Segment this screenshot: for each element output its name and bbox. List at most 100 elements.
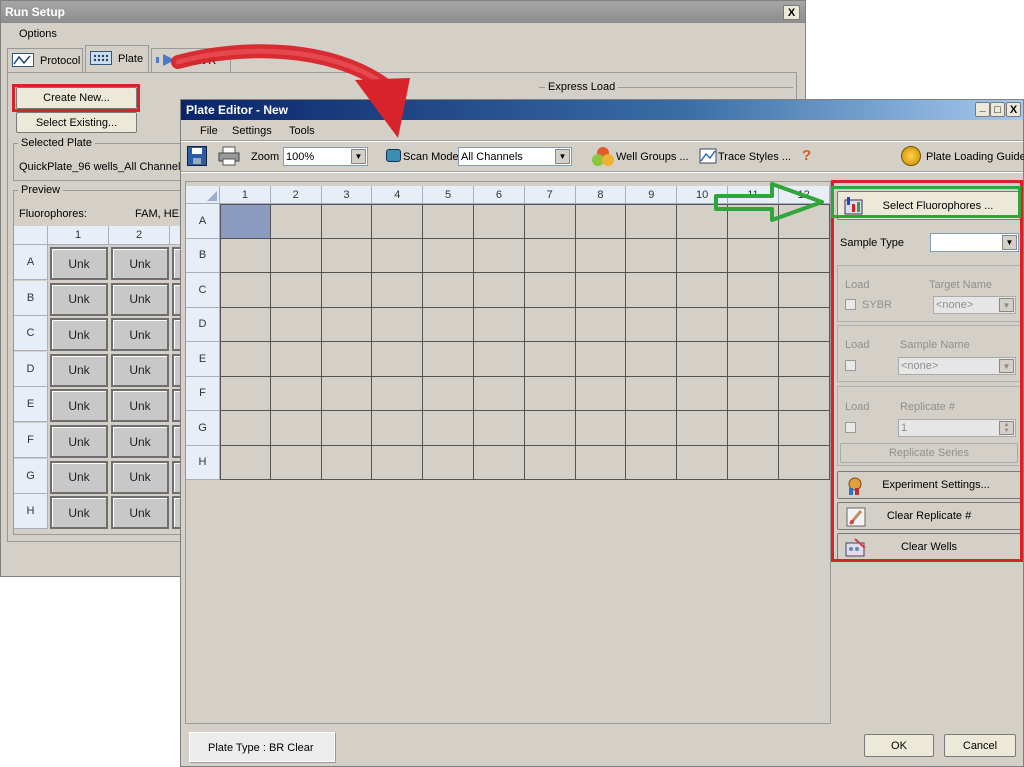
plate-well[interactable] — [677, 445, 728, 480]
plate-well[interactable] — [321, 238, 373, 273]
plate-well[interactable] — [474, 411, 525, 446]
plate-well[interactable] — [575, 204, 627, 239]
plate-well[interactable] — [728, 238, 779, 273]
plate-well[interactable] — [423, 204, 474, 239]
plate-row-header[interactable]: H — [186, 445, 220, 480]
plate-well[interactable] — [524, 342, 576, 377]
plate-well[interactable] — [524, 238, 576, 273]
plate-well[interactable] — [626, 342, 678, 377]
plate-well[interactable] — [524, 204, 576, 239]
tab-plate[interactable]: Plate — [85, 45, 149, 73]
plate-well[interactable] — [321, 445, 373, 480]
plate-well[interactable] — [728, 445, 779, 480]
plate-well[interactable] — [321, 376, 373, 411]
plate-well[interactable] — [778, 445, 830, 480]
plate-well[interactable] — [372, 342, 424, 377]
plate-well[interactable] — [372, 273, 424, 308]
plate-well[interactable] — [423, 411, 474, 446]
plate-col-header[interactable]: 1 — [220, 186, 271, 204]
plate-row-header[interactable]: E — [186, 342, 220, 377]
preview-well[interactable]: Unk — [111, 247, 169, 280]
plate-well[interactable] — [626, 204, 678, 239]
preview-well[interactable]: Unk — [50, 353, 108, 387]
plate-well[interactable] — [677, 238, 728, 273]
plate-well[interactable] — [728, 376, 779, 411]
plate-well[interactable] — [677, 342, 728, 377]
ok-button[interactable]: OK — [864, 734, 934, 757]
plate-well[interactable] — [372, 307, 424, 342]
preview-well[interactable]: Unk — [50, 318, 108, 352]
plate-row-header[interactable]: D — [186, 307, 220, 342]
plate-col-header[interactable]: 4 — [372, 186, 424, 204]
preview-well[interactable]: Unk — [111, 282, 169, 316]
plate-well[interactable] — [677, 273, 728, 308]
plate-well[interactable] — [220, 273, 271, 308]
maximize-button[interactable]: □ — [990, 102, 1005, 117]
plate-well[interactable] — [321, 307, 373, 342]
plate-well[interactable] — [321, 411, 373, 446]
plate-well[interactable] — [270, 307, 322, 342]
plate-well[interactable] — [321, 342, 373, 377]
print-icon[interactable] — [218, 146, 240, 166]
plate-well[interactable] — [372, 445, 424, 480]
plate-col-header[interactable]: 9 — [626, 186, 678, 204]
preview-well[interactable]: Unk — [50, 247, 108, 280]
plate-well[interactable] — [626, 307, 678, 342]
plate-well[interactable] — [524, 307, 576, 342]
plate-well[interactable] — [728, 273, 779, 308]
trace-styles-button[interactable]: Trace Styles ... — [699, 145, 794, 167]
preview-well[interactable]: Unk — [111, 318, 169, 352]
plate-well[interactable] — [778, 238, 830, 273]
plate-well[interactable] — [220, 376, 271, 411]
plate-well[interactable] — [524, 445, 576, 480]
plate-well[interactable] — [220, 445, 271, 480]
save-icon[interactable] — [187, 146, 207, 166]
plate-well[interactable] — [778, 376, 830, 411]
plate-well[interactable] — [728, 411, 779, 446]
plate-well[interactable] — [474, 307, 525, 342]
plate-well[interactable] — [372, 204, 424, 239]
preview-well[interactable]: Unk — [111, 425, 169, 458]
plate-col-header[interactable]: 8 — [575, 186, 627, 204]
plate-row-header[interactable]: B — [186, 238, 220, 273]
plate-well[interactable] — [220, 204, 271, 239]
plate-well[interactable] — [728, 342, 779, 377]
plate-well[interactable] — [524, 376, 576, 411]
plate-well[interactable] — [220, 238, 271, 273]
plate-well[interactable] — [677, 307, 728, 342]
plate-col-header[interactable]: 6 — [474, 186, 525, 204]
plate-col-header[interactable]: 3 — [321, 186, 373, 204]
select-existing-button[interactable]: Select Existing... — [16, 112, 137, 133]
plate-row-header[interactable]: A — [186, 204, 220, 239]
plate-row-header[interactable]: F — [186, 376, 220, 411]
plate-well[interactable] — [575, 273, 627, 308]
cancel-button[interactable]: Cancel — [944, 734, 1016, 757]
plate-well[interactable] — [474, 342, 525, 377]
plate-well[interactable] — [474, 238, 525, 273]
plate-well[interactable] — [728, 307, 779, 342]
zoom-select[interactable]: 100% ▼ — [283, 147, 368, 166]
preview-well[interactable]: Unk — [50, 425, 108, 458]
plate-well[interactable] — [423, 238, 474, 273]
preview-well[interactable]: Unk — [50, 460, 108, 494]
plate-well[interactable] — [372, 238, 424, 273]
scan-mode-select[interactable]: All Channels ▼ — [458, 147, 572, 166]
plate-well[interactable] — [626, 411, 678, 446]
tab-protocol[interactable]: Protocol — [7, 48, 83, 72]
minimize-button[interactable]: _ — [975, 101, 990, 117]
plate-well[interactable] — [220, 342, 271, 377]
plate-well[interactable] — [474, 204, 525, 239]
plate-well[interactable] — [321, 204, 373, 239]
preview-well[interactable]: Unk — [111, 460, 169, 494]
plate-col-header[interactable]: 7 — [524, 186, 576, 204]
plate-well[interactable] — [220, 411, 271, 446]
close-button[interactable]: X — [1006, 102, 1021, 117]
plate-well[interactable] — [626, 273, 678, 308]
plate-well[interactable] — [575, 445, 627, 480]
plate-well[interactable] — [270, 376, 322, 411]
plate-well[interactable] — [423, 307, 474, 342]
preview-well[interactable]: Unk — [50, 282, 108, 316]
plate-well[interactable] — [575, 238, 627, 273]
plate-well[interactable] — [270, 238, 322, 273]
plate-well[interactable] — [474, 445, 525, 480]
